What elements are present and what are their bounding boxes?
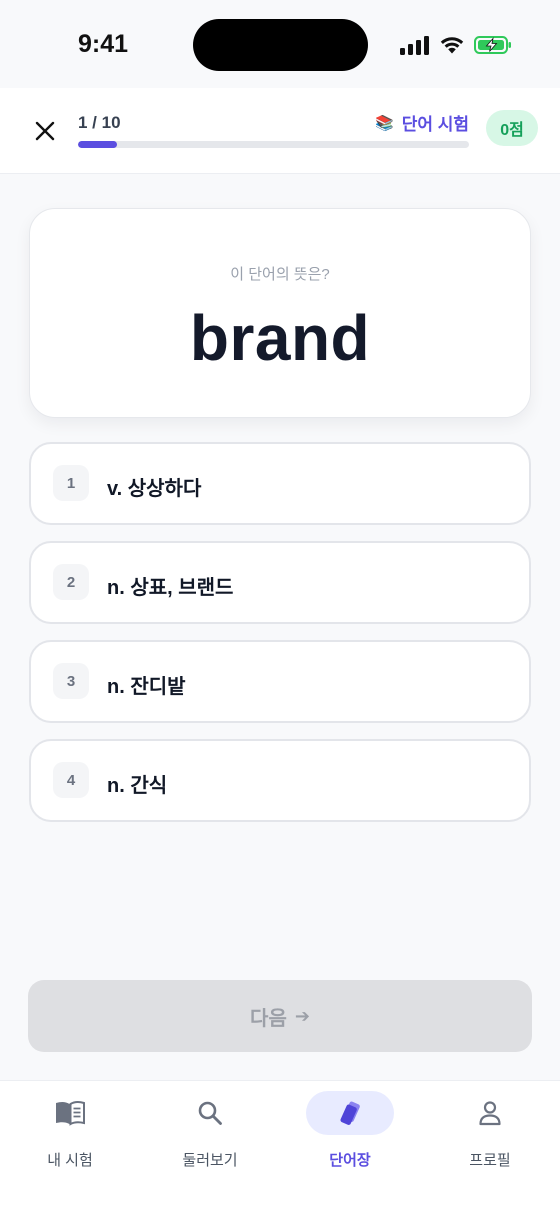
book-icon: [56, 1100, 85, 1126]
search-icon: [198, 1101, 222, 1125]
arrow-right-icon: ➔: [294, 1005, 310, 1026]
status-time: 9:41: [78, 30, 129, 58]
cards-icon: [340, 1101, 360, 1125]
quiz-header: 1 / 10 📚 단어 시험 0점: [0, 88, 560, 174]
close-button[interactable]: [28, 114, 62, 148]
tab-explore[interactable]: 둘러보기: [150, 1091, 270, 1177]
score-badge: 0점: [486, 110, 538, 146]
progress-bar: [78, 141, 469, 148]
option-number: 2: [53, 564, 89, 600]
option-text: v. 상상하다: [107, 478, 202, 500]
tab-label: 내 시험: [47, 1152, 93, 1169]
answer-option-4[interactable]: 4 n. 간식: [29, 739, 531, 822]
option-number: 4: [53, 762, 89, 798]
tab-my-tests[interactable]: 내 시험: [10, 1091, 130, 1177]
tab-label: 단어장: [329, 1152, 371, 1169]
option-number: 1: [53, 465, 89, 501]
option-text: n. 상표, 브랜드: [107, 577, 234, 599]
dynamic-island: [193, 19, 368, 71]
status-bar: 9:41: [0, 0, 560, 88]
status-icons: [400, 34, 512, 56]
option-text: n. 간식: [107, 775, 168, 797]
signal-icon: [400, 36, 429, 55]
answer-option-2[interactable]: 2 n. 상표, 브랜드: [29, 541, 531, 624]
answer-option-1[interactable]: 1 v. 상상하다: [29, 442, 531, 525]
question-word: brand: [189, 302, 371, 374]
wifi-icon: [440, 37, 464, 54]
books-icon: 📚: [375, 114, 394, 132]
option-number: 3: [53, 663, 89, 699]
tab-vocabulary[interactable]: 단어장: [290, 1091, 410, 1177]
close-icon: [35, 121, 55, 141]
word-card: 이 단어의 뜻은? brand: [29, 208, 531, 418]
answer-option-3[interactable]: 3 n. 잔디밭: [29, 640, 531, 723]
progress-fill: [78, 141, 118, 148]
next-button-label: 다음: [250, 1007, 287, 1030]
tab-label: 프로필: [469, 1152, 511, 1169]
bottom-tab-bar: 내 시험 둘러보기 단어장 프로필: [0, 1080, 560, 1217]
person-icon: [479, 1101, 501, 1126]
tab-profile[interactable]: 프로필: [430, 1091, 550, 1177]
next-button[interactable]: 다음 ➔: [28, 980, 532, 1052]
quiz-type-label: 단어 시험: [401, 115, 469, 134]
quiz-type-tag: 📚 단어 시험: [375, 110, 469, 135]
option-text: n. 잔디밭: [107, 676, 186, 698]
tab-label: 둘러보기: [182, 1152, 238, 1169]
question-prompt: 이 단어의 뜻은?: [230, 266, 330, 283]
progress-counter: 1 / 10: [78, 113, 121, 132]
battery-charging-icon: [474, 36, 511, 54]
